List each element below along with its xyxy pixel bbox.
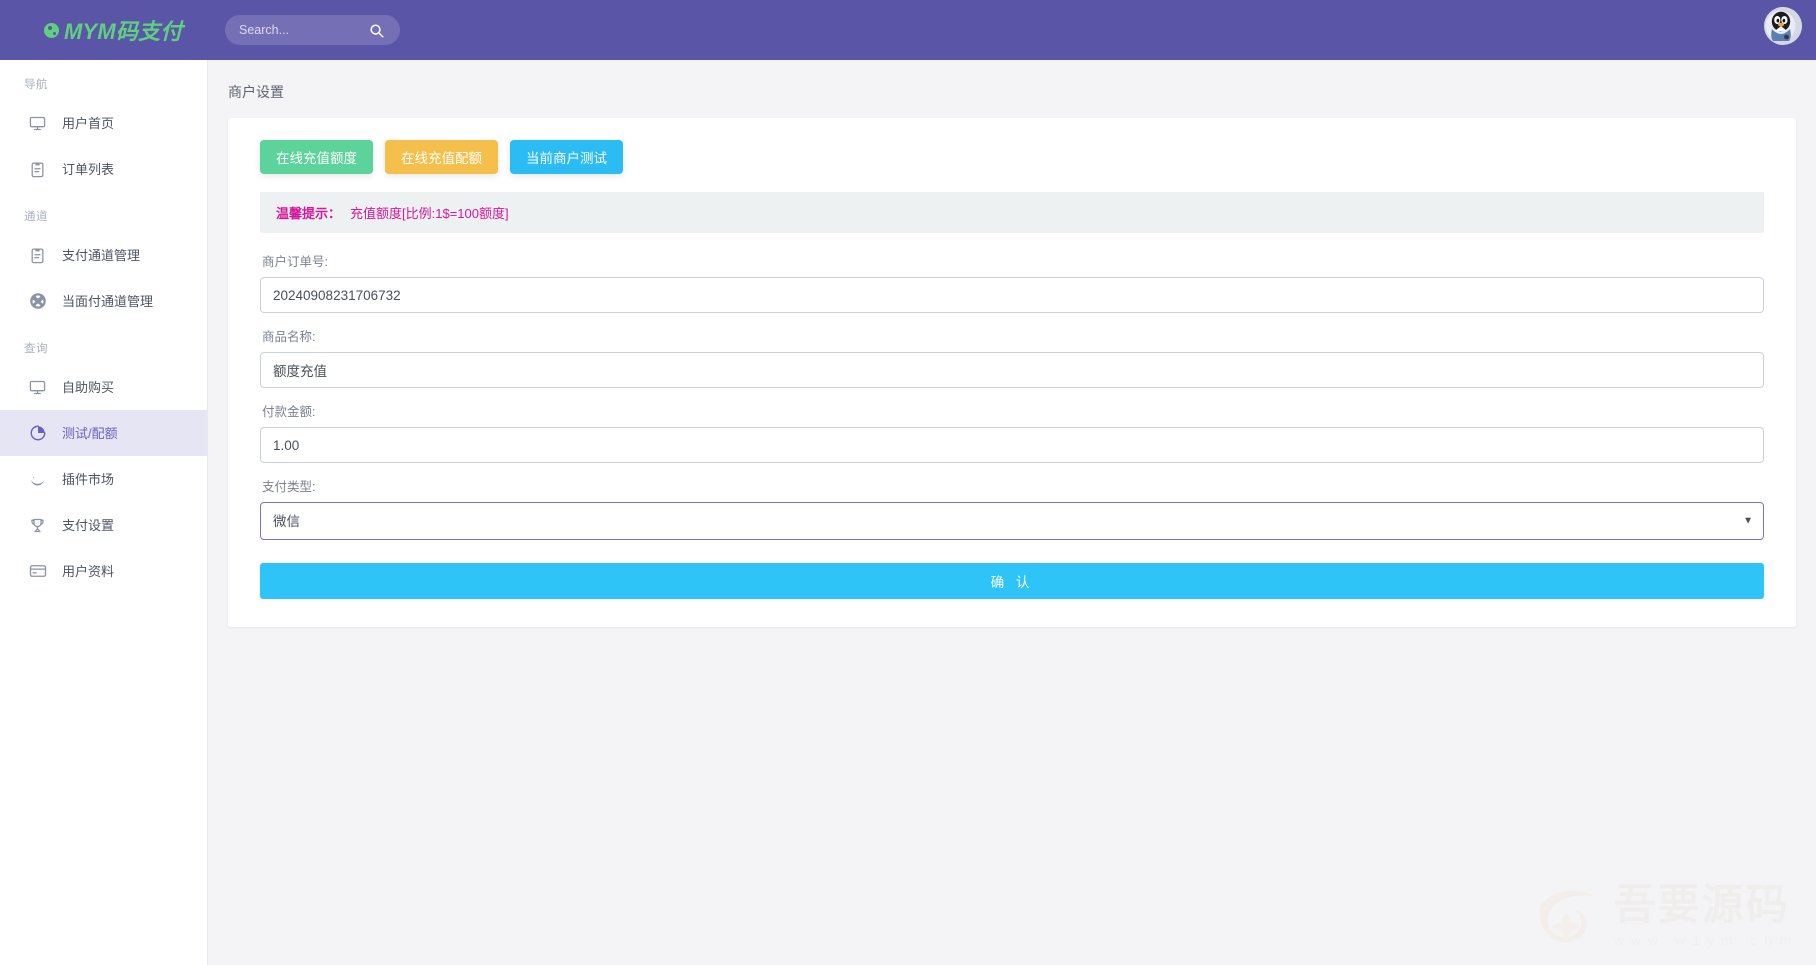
sidebar-item-test-quota[interactable]: 测试/配额: [0, 410, 207, 456]
search-box[interactable]: [225, 15, 400, 45]
sidebar-item-order-list[interactable]: 订单列表: [0, 146, 207, 192]
field-label: 商品名称:: [262, 326, 1764, 345]
top-navigation-bar: MYM码支付: [0, 0, 1816, 60]
sidebar-item-user-profile[interactable]: 用户资料: [0, 548, 207, 594]
clipboard-icon: [27, 159, 48, 180]
user-avatar[interactable]: [1764, 7, 1802, 45]
main-content: 商户设置 在线充值额度 在线充值配额 当前商户测试 温馨提示： 充值额度[比例:1…: [208, 60, 1816, 965]
sidebar-item-payment-channel-management[interactable]: 支付通道管理: [0, 232, 207, 278]
confirm-button[interactable]: 确 认: [260, 563, 1764, 599]
wechat-pay-logo-icon: [44, 23, 59, 38]
merchant-order-no-input[interactable]: [260, 277, 1764, 313]
sidebar-item-label: 用户首页: [62, 117, 114, 130]
monitor-icon: [27, 377, 48, 398]
sidebar-item-label: 测试/配额: [62, 427, 118, 440]
sidebar-group-title-channel: 通道: [0, 192, 207, 232]
page-title: 商户设置: [208, 60, 1816, 102]
brand-area: MYM码支付: [0, 0, 208, 60]
payment-type-select[interactable]: 微信支付宝QQ钱包: [260, 502, 1764, 540]
sidebar-item-plugin-market[interactable]: 插件市场: [0, 456, 207, 502]
field-label: 商户订单号:: [262, 251, 1764, 270]
search-input[interactable]: [239, 23, 369, 37]
payment-amount-input[interactable]: [260, 427, 1764, 463]
swoosh-icon: [27, 469, 48, 490]
tab-online-recharge-quota[interactable]: 在线充值额度: [260, 140, 373, 174]
search-button[interactable]: [369, 23, 384, 38]
payment-type-select-wrap: 微信支付宝QQ钱包 ▼: [260, 502, 1764, 540]
sidebar-item-label: 支付设置: [62, 519, 114, 532]
trophy-icon: [27, 515, 48, 536]
search-icon: [369, 23, 384, 38]
tab-online-recharge-allocation[interactable]: 在线充值配额: [385, 140, 498, 174]
sidebar-group-title-query: 查询: [0, 324, 207, 364]
clipboard-icon: [27, 245, 48, 266]
sidebar-item-self-service-purchase[interactable]: 自助购买: [0, 364, 207, 410]
field-label: 付款金额:: [262, 401, 1764, 420]
field-merchant-order-no: 商户订单号:: [260, 251, 1764, 313]
tip-alert-banner: 温馨提示： 充值额度[比例:1$=100额度]: [260, 192, 1764, 233]
sidebar-item-payment-settings[interactable]: 支付设置: [0, 502, 207, 548]
app-root: MYM码支付: [0, 0, 1816, 965]
alert-body: 充值额度[比例:1$=100额度]: [350, 206, 509, 221]
field-payment-amount: 付款金额:: [260, 401, 1764, 463]
sidebar-item-label: 订单列表: [62, 163, 114, 176]
sidebar-item-label: 插件市场: [62, 473, 114, 486]
sidebar-item-face-to-face-channel-management[interactable]: 当面付通道管理: [0, 278, 207, 324]
monitor-icon: [27, 113, 48, 134]
sidebar: 导航 用户首页 订单列表 通道: [0, 60, 208, 965]
sidebar-item-label: 当面付通道管理: [62, 295, 153, 308]
field-payment-type: 支付类型: 微信支付宝QQ钱包 ▼: [260, 476, 1764, 540]
sidebar-item-label: 用户资料: [62, 565, 114, 578]
sidebar-group-title-navigation: 导航: [0, 60, 207, 100]
field-product-name: 商品名称:: [260, 326, 1764, 388]
lifebuoy-icon: [27, 291, 48, 312]
product-name-input[interactable]: [260, 352, 1764, 388]
sidebar-item-label: 自助购买: [62, 381, 114, 394]
sidebar-item-label: 支付通道管理: [62, 249, 140, 262]
alert-title: 温馨提示：: [276, 206, 341, 221]
merchant-settings-card: 在线充值额度 在线充值配额 当前商户测试 温馨提示： 充值额度[比例:1$=100…: [228, 118, 1796, 627]
sidebar-item-user-home[interactable]: 用户首页: [0, 100, 207, 146]
field-label: 支付类型:: [262, 476, 1764, 495]
credit-card-icon: [27, 561, 48, 582]
brand-name: MYM码支付: [64, 14, 183, 46]
brand-logo[interactable]: MYM码支付: [44, 14, 183, 46]
tab-button-row: 在线充值额度 在线充值配额 当前商户测试: [260, 140, 1764, 174]
qq-penguin-avatar-icon: [1764, 7, 1802, 45]
pie-chart-icon: [27, 423, 48, 444]
tab-current-merchant-test[interactable]: 当前商户测试: [510, 140, 623, 174]
